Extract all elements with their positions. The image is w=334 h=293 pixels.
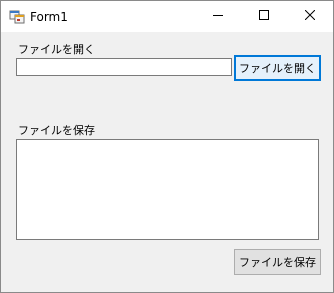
window-title: Form1	[30, 10, 68, 24]
maximize-button[interactable]	[241, 1, 287, 32]
save-file-content-textarea[interactable]	[16, 139, 319, 240]
save-file-button[interactable]: ファイルを保存	[234, 249, 321, 275]
close-button[interactable]	[287, 1, 333, 32]
minimize-button[interactable]	[195, 1, 241, 32]
winforms-app-icon	[9, 9, 25, 25]
maximize-icon	[259, 10, 269, 23]
main-window: Form1 ファイルを開く ファイルを開く ファイルを保存 ファイルを保存	[0, 0, 334, 293]
title-bar[interactable]: Form1	[1, 1, 333, 32]
open-file-label: ファイルを開く	[18, 43, 95, 56]
close-icon	[304, 9, 316, 23]
open-file-button[interactable]: ファイルを開く	[234, 55, 321, 81]
save-file-label: ファイルを保存	[18, 124, 95, 137]
minimize-icon	[213, 10, 223, 23]
open-file-path-input[interactable]	[16, 58, 232, 76]
